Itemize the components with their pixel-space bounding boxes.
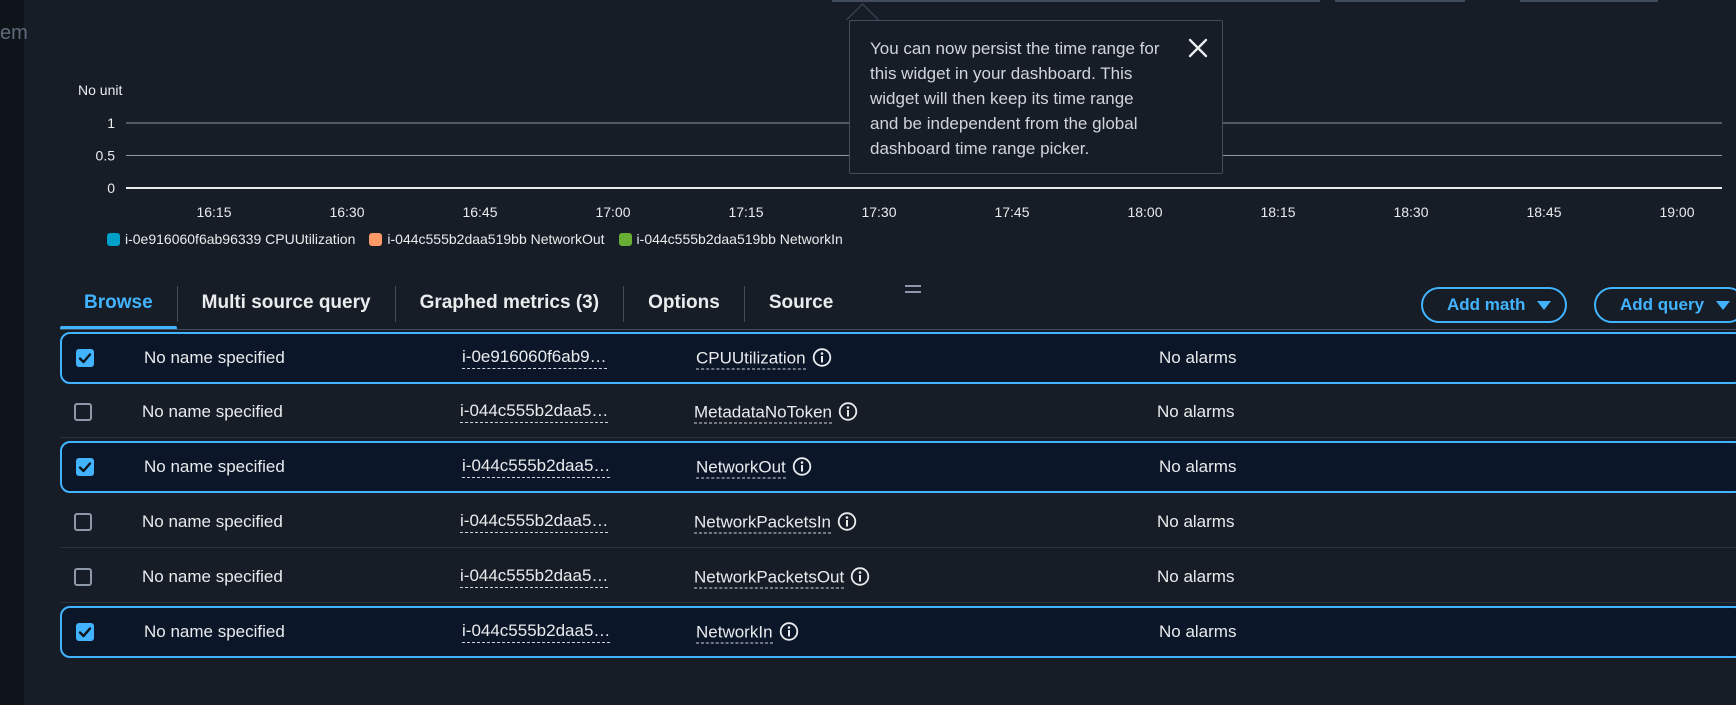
x-tick-label: 17:15 bbox=[728, 204, 763, 220]
metric-name-cell: No name specified bbox=[144, 622, 285, 641]
popover-text: You can now persist the time range for t… bbox=[870, 39, 1160, 158]
legend-swatch bbox=[107, 232, 120, 246]
alarms-cell: No alarms bbox=[1157, 511, 1235, 531]
x-tick-label: 16:30 bbox=[329, 204, 364, 220]
metric-cell: NetworkPacketsOut bbox=[694, 566, 870, 588]
y-tick-label: 0.5 bbox=[96, 148, 116, 164]
metric-name-cell: No name specified bbox=[144, 457, 285, 476]
legend-swatch bbox=[369, 232, 383, 246]
legend-label: i-044c555b2daa519bb NetworkOut bbox=[387, 231, 605, 247]
info-icon[interactable] bbox=[812, 348, 832, 368]
metric-cell: NetworkPacketsIn bbox=[694, 511, 857, 533]
y-axis-label: No unit bbox=[78, 82, 122, 98]
x-tick-label: 19:00 bbox=[1659, 204, 1694, 220]
alarms-cell: No alarms bbox=[1157, 566, 1235, 586]
x-tick-label: 18:15 bbox=[1260, 204, 1295, 220]
metric-name-link[interactable]: NetworkIn bbox=[696, 622, 773, 644]
add-math-label: Add math bbox=[1447, 295, 1526, 314]
info-icon[interactable] bbox=[792, 457, 812, 477]
metric-name-cell: No name specified bbox=[142, 401, 283, 421]
chart-legend: i-0e916060f6ab96339 CPUUtilization i-044c… bbox=[107, 231, 843, 247]
x-tick-label: 18:45 bbox=[1526, 204, 1561, 220]
instance-id-cell[interactable]: i-044c555b2daa5… bbox=[460, 566, 609, 588]
time-range-popover: You can now persist the time range for t… bbox=[849, 20, 1223, 174]
instance-id-cell[interactable]: i-044c555b2daa5… bbox=[462, 456, 611, 478]
metric-name-link[interactable]: CPUUtilization bbox=[696, 348, 806, 370]
y-tick-label: 1 bbox=[107, 115, 115, 131]
tab-options[interactable]: Options bbox=[624, 280, 744, 330]
caret-down-icon bbox=[1716, 300, 1731, 310]
x-tick-label: 16:15 bbox=[196, 204, 231, 220]
metric-name-cell: No name specified bbox=[142, 566, 283, 586]
instance-id-cell[interactable]: i-044c555b2daa5… bbox=[460, 511, 609, 533]
table-row[interactable]: No name specified i-044c555b2daa5… Network… bbox=[60, 551, 1736, 603]
add-query-label: Add query bbox=[1620, 295, 1705, 314]
metric-name-cell: No name specified bbox=[142, 511, 283, 531]
caret-down-icon bbox=[1537, 300, 1552, 310]
metric-cell: NetworkOut bbox=[696, 457, 812, 479]
alarms-cell: No alarms bbox=[1159, 622, 1237, 641]
instance-id-cell[interactable]: i-0e916060f6ab9… bbox=[462, 347, 607, 369]
legend-item[interactable]: i-044c555b2daa519bb NetworkIn bbox=[618, 231, 843, 247]
info-icon[interactable] bbox=[837, 511, 857, 531]
tab-browse[interactable]: Browse bbox=[60, 280, 177, 330]
info-icon[interactable] bbox=[850, 566, 870, 586]
instance-id-cell[interactable]: i-044c555b2daa5… bbox=[462, 621, 611, 643]
info-icon[interactable] bbox=[779, 622, 799, 642]
alarms-cell: No alarms bbox=[1157, 401, 1235, 421]
instance-id-cell[interactable]: i-044c555b2daa5… bbox=[460, 401, 609, 423]
table-row[interactable]: No name specified i-044c555b2daa5… Network… bbox=[60, 441, 1736, 493]
tab-bar: Browse Multi source query Graphed metric… bbox=[60, 280, 857, 330]
metric-name-link[interactable]: MetadataNoToken bbox=[694, 402, 832, 423]
tab-multi-source-query[interactable]: Multi source query bbox=[178, 280, 395, 330]
table-row[interactable]: No name specified i-044c555b2daa5… Metadat… bbox=[60, 386, 1736, 438]
add-math-button[interactable]: Add math bbox=[1421, 287, 1568, 323]
alarms-cell: No alarms bbox=[1159, 457, 1237, 476]
x-tick-label: 18:30 bbox=[1393, 204, 1428, 220]
row-checkbox[interactable] bbox=[74, 402, 92, 421]
add-query-button[interactable]: Add query bbox=[1594, 287, 1736, 323]
x-tick-label: 17:30 bbox=[861, 204, 896, 220]
x-tick-label: 18:00 bbox=[1127, 204, 1162, 220]
x-tick-label: 17:45 bbox=[994, 204, 1029, 220]
legend-item[interactable]: i-0e916060f6ab96339 CPUUtilization bbox=[107, 231, 355, 247]
metric-name-cell: No name specified bbox=[144, 348, 285, 367]
row-checkbox[interactable] bbox=[76, 623, 94, 641]
metric-cell: MetadataNoToken bbox=[694, 401, 858, 423]
metric-cell: CPUUtilization bbox=[696, 348, 832, 370]
tab-source[interactable]: Source bbox=[745, 280, 857, 330]
info-icon[interactable] bbox=[838, 401, 858, 421]
table-row[interactable]: No name specified i-044c555b2daa5… Network… bbox=[60, 606, 1736, 658]
tab-graphed-metrics[interactable]: Graphed metrics (3) bbox=[396, 280, 624, 330]
legend-label: i-0e916060f6ab96339 CPUUtilization bbox=[125, 231, 356, 247]
metric-name-link[interactable]: NetworkOut bbox=[696, 457, 786, 479]
row-checkbox[interactable] bbox=[74, 512, 92, 531]
metric-name-link[interactable]: NetworkPacketsIn bbox=[694, 512, 831, 533]
close-icon[interactable] bbox=[1186, 36, 1210, 60]
x-tick-label: 16:45 bbox=[462, 204, 497, 220]
row-checkbox[interactable] bbox=[76, 349, 94, 367]
tabs-divider bbox=[60, 329, 1736, 330]
legend-swatch bbox=[618, 232, 632, 246]
drag-handle-icon[interactable] bbox=[905, 283, 921, 295]
metric-cell: NetworkIn bbox=[696, 622, 799, 644]
x-tick-label: 17:00 bbox=[595, 204, 630, 220]
legend-label: i-044c555b2daa519bb NetworkIn bbox=[636, 231, 843, 247]
alarms-cell: No alarms bbox=[1159, 348, 1237, 367]
legend-item[interactable]: i-044c555b2daa519bb NetworkOut bbox=[369, 231, 605, 247]
row-checkbox[interactable] bbox=[74, 567, 92, 586]
row-checkbox[interactable] bbox=[76, 458, 94, 476]
metric-name-link[interactable]: NetworkPacketsOut bbox=[694, 567, 845, 588]
table-row[interactable]: No name specified i-044c555b2daa5… Network… bbox=[60, 496, 1736, 548]
table-row[interactable]: No name specified i-0e916060f6ab9… CPUUtil… bbox=[60, 332, 1736, 384]
y-tick-label: 0 bbox=[107, 180, 115, 196]
